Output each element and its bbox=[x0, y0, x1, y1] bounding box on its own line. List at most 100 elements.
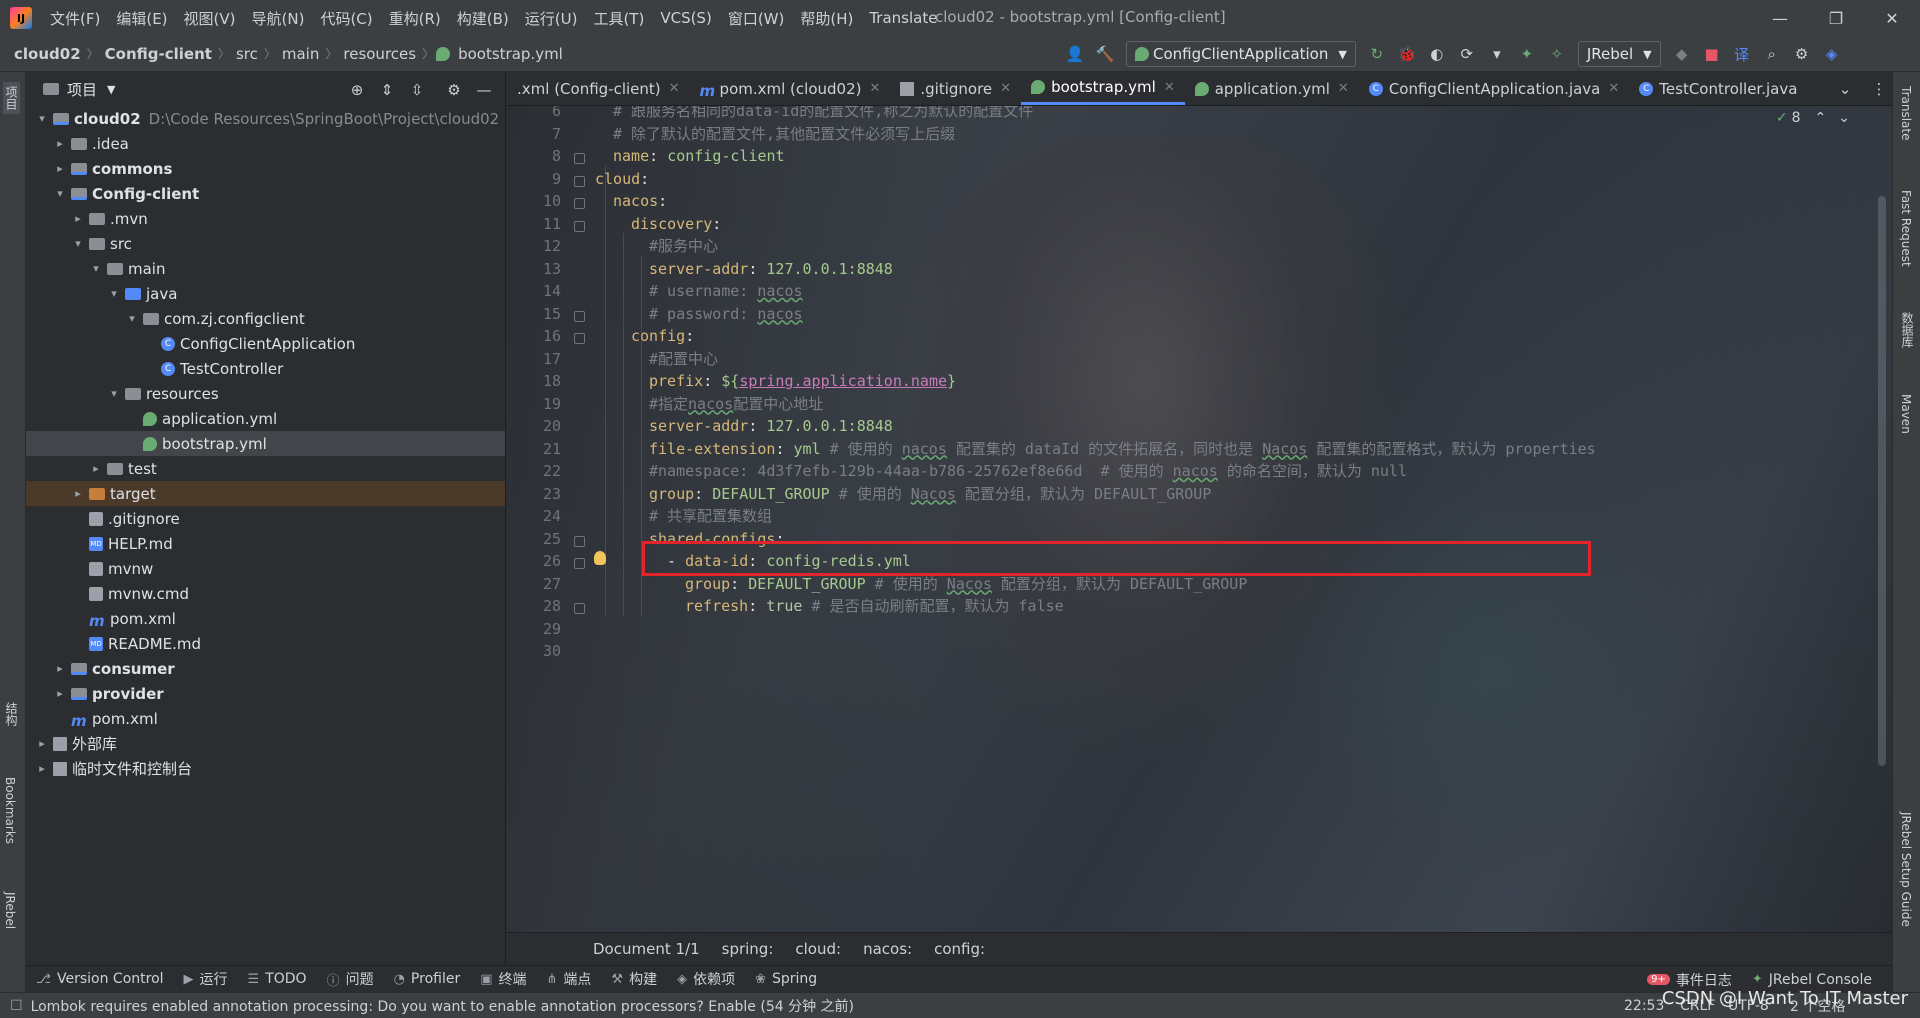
editor-tab[interactable]: bootstrap.yml ✕ bbox=[1021, 72, 1185, 105]
menu-item[interactable]: 文件(F) bbox=[42, 8, 108, 29]
chevron-down-icon[interactable]: ▾ bbox=[124, 312, 140, 325]
tool-window-button[interactable]: ☰ TODO bbox=[238, 971, 317, 987]
more-run-icon[interactable]: ▾ bbox=[1485, 42, 1509, 66]
menu-item[interactable]: 工具(T) bbox=[585, 8, 652, 29]
project-panel-title[interactable]: 项目 bbox=[67, 79, 97, 100]
lightbulb-icon[interactable] bbox=[594, 551, 606, 565]
menu-item[interactable]: 代码(C) bbox=[312, 8, 380, 29]
menu-item[interactable]: Translate bbox=[861, 9, 945, 27]
menu-item[interactable]: 视图(V) bbox=[176, 8, 244, 29]
editor-breadcrumb-item[interactable]: spring: bbox=[722, 940, 774, 958]
chevron-right-icon[interactable]: ▸ bbox=[52, 137, 68, 150]
jrebel-tool-button[interactable]: JRebel bbox=[3, 892, 17, 929]
tree-node[interactable]: mvnw.cmd bbox=[26, 581, 505, 606]
menu-item[interactable]: 重构(R) bbox=[381, 8, 449, 29]
tree-node[interactable]: ▸ consumer bbox=[26, 656, 505, 681]
event-log-button[interactable]: 9+ 事件日志 bbox=[1637, 970, 1742, 990]
editor-breadcrumb-item[interactable]: nacos: bbox=[863, 940, 912, 958]
tree-node[interactable]: ▸ test bbox=[26, 456, 505, 481]
chevron-right-icon[interactable]: ▸ bbox=[52, 687, 68, 700]
tree-node[interactable]: ▸ provider bbox=[26, 681, 505, 706]
tool-window-button[interactable]: ▶ 运行 bbox=[174, 969, 238, 989]
tree-node[interactable]: ▾ main bbox=[26, 256, 505, 281]
chevron-right-icon[interactable]: ▸ bbox=[52, 662, 68, 675]
chevron-down-icon[interactable]: ▾ bbox=[106, 287, 122, 300]
editor-tab[interactable]: .xml (Config-client) ✕ bbox=[507, 72, 690, 105]
tab-list-icon[interactable]: ⌄ bbox=[1833, 77, 1857, 101]
close-icon[interactable]: ✕ bbox=[1164, 80, 1175, 95]
tool-window-button[interactable]: ⓘ 问题 bbox=[317, 969, 384, 989]
tree-node[interactable]: mvnw bbox=[26, 556, 505, 581]
fold-marker-icon[interactable] bbox=[574, 333, 585, 344]
chevron-right-icon[interactable]: ▸ bbox=[34, 737, 50, 750]
coverage-icon[interactable]: ◐ bbox=[1425, 42, 1449, 66]
tree-node[interactable]: ▸ .idea bbox=[26, 131, 505, 156]
fold-marker-icon[interactable] bbox=[574, 310, 585, 322]
editor-breadcrumb-item[interactable]: cloud: bbox=[795, 940, 841, 958]
chevron-up-icon[interactable]: ⌃ bbox=[1815, 110, 1827, 126]
chevron-down-icon[interactable]: ▾ bbox=[52, 187, 68, 200]
editor-breadcrumb-item[interactable]: config: bbox=[934, 940, 985, 958]
editor-tab[interactable]: C ConfigClientApplication.java ✕ bbox=[1359, 72, 1629, 105]
translate-icon[interactable]: 译 bbox=[1730, 42, 1754, 66]
jrebel-setup-guide-button[interactable]: JRebel Setup Guide bbox=[1899, 812, 1913, 927]
fold-marker-icon[interactable] bbox=[574, 535, 585, 547]
close-icon[interactable]: ✕ bbox=[1608, 81, 1619, 96]
fold-marker-icon[interactable] bbox=[574, 220, 585, 232]
user-icon[interactable]: 👤 bbox=[1063, 42, 1087, 66]
debug-icon[interactable]: 🐞 bbox=[1395, 42, 1419, 66]
chevron-right-icon[interactable]: ▸ bbox=[88, 462, 104, 475]
editor-tab[interactable]: C TestController.java bbox=[1629, 72, 1807, 105]
tool-window-button[interactable]: ▣ 终端 bbox=[470, 969, 536, 989]
more-options-icon[interactable]: ⋮ bbox=[1867, 77, 1891, 101]
search-icon[interactable]: ⌕ bbox=[1760, 42, 1784, 66]
chevron-right-icon[interactable]: ▸ bbox=[52, 162, 68, 175]
tree-node[interactable]: C TestController bbox=[26, 356, 505, 381]
chevron-down-icon[interactable]: ▾ bbox=[70, 237, 86, 250]
tree-node[interactable]: ▾ Config-client bbox=[26, 181, 505, 206]
vertical-scrollbar[interactable] bbox=[1878, 196, 1886, 766]
fast-request-tool-button[interactable]: Fast Request bbox=[1899, 190, 1913, 267]
hide-icon[interactable]: — bbox=[472, 78, 496, 102]
tree-node[interactable]: MD README.md bbox=[26, 631, 505, 656]
tree-node[interactable]: application.yml bbox=[26, 406, 505, 431]
inspection-widget[interactable]: ✓ 8 ⌃ ⌄ bbox=[1776, 110, 1850, 126]
gear-icon[interactable]: ⚙ bbox=[1790, 42, 1814, 66]
editor-tab[interactable]: m pom.xml (cloud02) ✕ bbox=[690, 72, 891, 105]
tree-node[interactable]: m pom.xml bbox=[26, 706, 505, 731]
close-icon[interactable]: ✕ bbox=[1864, 0, 1920, 36]
stop-icon[interactable]: ■ bbox=[1700, 42, 1724, 66]
jrebel-debug-icon[interactable]: ✧ bbox=[1545, 42, 1569, 66]
tool-window-button[interactable]: ◈ 依赖项 bbox=[667, 969, 745, 989]
tool-window-button[interactable]: ◔ Profiler bbox=[384, 971, 471, 987]
chevron-right-icon[interactable]: ▸ bbox=[70, 487, 86, 500]
menu-item[interactable]: VCS(S) bbox=[652, 9, 719, 27]
breadcrumb-item[interactable]: main bbox=[278, 45, 323, 63]
jrebel-select[interactable]: JRebel ▼ bbox=[1577, 41, 1661, 67]
tree-node[interactable]: .gitignore bbox=[26, 506, 505, 531]
breadcrumb-item[interactable]: Config-client bbox=[101, 45, 216, 63]
translate-tool-button[interactable]: Translate bbox=[1899, 86, 1913, 141]
chevron-down-icon[interactable]: ▾ bbox=[34, 112, 50, 125]
tree-node[interactable]: ▸ .mvn bbox=[26, 206, 505, 231]
expand-all-icon[interactable]: ⇕ bbox=[375, 78, 399, 102]
tool-window-button[interactable]: ⚒ 构建 bbox=[601, 969, 667, 989]
tree-node[interactable]: ▸ commons bbox=[26, 156, 505, 181]
tree-node[interactable]: ▾ cloud02 D:\Code Resources\SpringBoot\Pro… bbox=[26, 106, 505, 131]
tree-node[interactable]: ▾ resources bbox=[26, 381, 505, 406]
fold-marker-icon[interactable] bbox=[574, 175, 585, 187]
database-tool-button[interactable]: 数据库 bbox=[1899, 312, 1916, 348]
menu-item[interactable]: 编辑(E) bbox=[108, 8, 175, 29]
menu-item[interactable]: 导航(N) bbox=[244, 8, 313, 29]
tree-node[interactable]: bootstrap.yml bbox=[26, 431, 505, 456]
breadcrumb-item[interactable]: bootstrap.yml bbox=[454, 45, 567, 63]
jetbrains-icon[interactable]: ◈ bbox=[1820, 42, 1844, 66]
chevron-down-icon[interactable]: ▾ bbox=[88, 262, 104, 275]
run-configuration-select[interactable]: ConfigClientApplication ▼ bbox=[1126, 41, 1356, 67]
close-icon[interactable]: ✕ bbox=[669, 81, 680, 96]
chevron-down-icon[interactable]: ▼ bbox=[107, 83, 115, 96]
locate-icon[interactable]: ⊕ bbox=[345, 78, 369, 102]
chevron-down-icon[interactable]: ⌄ bbox=[1838, 110, 1850, 126]
bookmarks-tool-button[interactable]: Bookmarks bbox=[3, 777, 17, 844]
menu-item[interactable]: 构建(B) bbox=[449, 8, 517, 29]
